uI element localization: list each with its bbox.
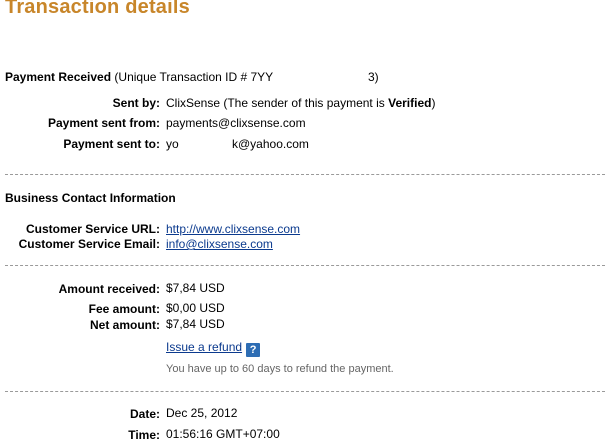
sent-from-label: Payment sent from: [47, 116, 160, 130]
sender-name: ClixSense (The sender of this payment is [166, 96, 389, 110]
refund-note: You have up to 60 days to refund the pay… [166, 363, 394, 375]
fee-amount-value: $0,00 USD [166, 301, 225, 315]
divider [5, 265, 605, 266]
service-email-link[interactable]: info@clixsense.com [166, 237, 273, 251]
date-label: Date: [129, 407, 160, 421]
date-value: Dec 25, 2012 [166, 406, 238, 420]
sent-to-value-start: yo [166, 137, 179, 151]
sent-to-label: Payment sent to: [63, 137, 160, 151]
time-value: 01:56:16 GMT+07:00 [166, 427, 280, 441]
payment-heading: Payment Received [5, 70, 112, 84]
payment-heading-row: Payment Received (Unique Transaction ID … [5, 70, 273, 84]
divider [5, 174, 605, 175]
fee-amount-label: Fee amount: [88, 302, 160, 316]
sender-close: ) [431, 96, 436, 110]
verified-status: Verified [388, 96, 432, 110]
amount-received-label: Amount received: [58, 282, 160, 296]
sent-from-value: payments@clixsense.com [166, 116, 306, 130]
business-heading: Business Contact Information [5, 191, 176, 205]
help-icon[interactable]: ? [246, 343, 261, 357]
amount-received-value: $7,84 USD [166, 281, 225, 295]
net-amount-value: $7,84 USD [166, 317, 225, 331]
transaction-id-end: 3) [368, 70, 379, 84]
net-amount-label: Net amount: [90, 318, 160, 332]
service-email-label: Customer Service Email: [18, 237, 160, 251]
page-title: Transaction details [5, 0, 190, 18]
sent-by-label: Sent by: [112, 96, 160, 110]
sent-to-value-end: k@yahoo.com [232, 137, 309, 151]
transaction-id: (Unique Transaction ID # 7YY [114, 70, 274, 84]
refund-row: Issue a refund? [166, 340, 261, 357]
service-url-link[interactable]: http://www.clixsense.com [166, 222, 300, 236]
issue-refund-link[interactable]: Issue a refund [166, 340, 242, 354]
service-url-label: Customer Service URL: [25, 222, 160, 236]
sent-by-value: ClixSense (The sender of this payment is… [166, 96, 435, 110]
divider [5, 391, 605, 392]
